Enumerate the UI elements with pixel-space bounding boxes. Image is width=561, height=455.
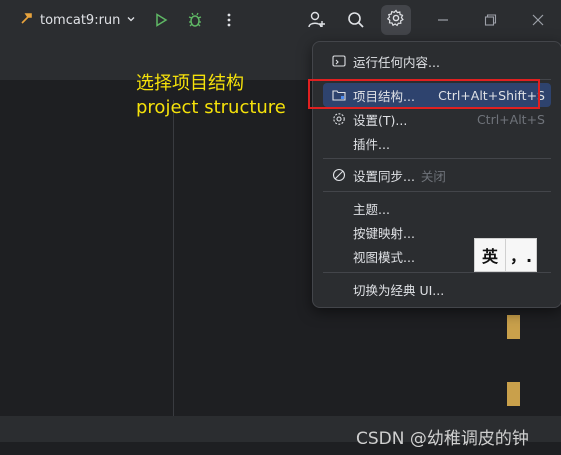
- menu-item-settings-sync[interactable]: 设置同步... 关闭: [323, 163, 551, 187]
- editor-guide-line: [173, 100, 174, 455]
- menu-item-plugins[interactable]: 插件...: [323, 131, 551, 155]
- search-icon[interactable]: [344, 8, 368, 32]
- more-vertical-icon[interactable]: [217, 8, 241, 32]
- main-toolbar: tomcat9:run: [0, 0, 561, 40]
- menu-item-label: 设置(T)...: [353, 112, 408, 128]
- menu-divider: [323, 158, 551, 159]
- menu-item-label: 插件...: [353, 136, 390, 152]
- menu-item-settings[interactable]: 设置(T)... Ctrl+Alt+S: [323, 107, 551, 131]
- ime-status-widget[interactable]: 英 ，.: [474, 238, 537, 272]
- annotation-line-1: 选择项目结构: [136, 73, 244, 94]
- run-config-label: tomcat9:run: [40, 12, 121, 28]
- scroll-marker: [507, 382, 520, 406]
- chevron-down-icon: [126, 13, 136, 28]
- run-anything-icon: [331, 53, 347, 69]
- annotation-text: 选择项目结构 project structure: [136, 72, 286, 120]
- menu-item-shortcut: Ctrl+Alt+S: [476, 111, 545, 127]
- close-icon[interactable]: [526, 8, 550, 32]
- ime-mode[interactable]: 英: [475, 239, 505, 271]
- run-config-selector[interactable]: tomcat9:run: [20, 10, 136, 30]
- menu-item-label: 主题...: [353, 201, 390, 217]
- menu-item-switch-classic-ui[interactable]: 切换为经典 UI...: [323, 277, 551, 301]
- menu-divider: [323, 272, 551, 273]
- ime-punctuation[interactable]: ，.: [505, 239, 536, 271]
- annotation-line-2: project structure: [136, 97, 286, 118]
- add-user-icon[interactable]: [305, 8, 329, 32]
- disabled-icon: [331, 167, 347, 183]
- minimize-icon[interactable]: [431, 8, 455, 32]
- menu-item-theme[interactable]: 主题...: [323, 196, 551, 220]
- gear-icon: [386, 9, 405, 31]
- highlight-annotation-box: [308, 79, 540, 109]
- run-icon[interactable]: [149, 8, 173, 32]
- menu-divider: [323, 191, 551, 192]
- restore-icon[interactable]: [478, 8, 502, 32]
- menu-item-label: 切换为经典 UI...: [353, 282, 445, 298]
- scroll-marker: [507, 315, 520, 339]
- menu-item-label: 运行任何内容...: [353, 54, 440, 70]
- menu-item-run-anything[interactable]: 运行任何内容...: [323, 49, 551, 73]
- menu-item-status: 关闭: [420, 168, 446, 184]
- debug-icon[interactable]: [183, 8, 207, 32]
- menu-item-label: 设置同步...: [353, 168, 415, 184]
- settings-button[interactable]: [381, 5, 411, 35]
- watermark: CSDN @幼稚调皮的钟: [356, 429, 529, 449]
- hammer-icon: [20, 11, 34, 29]
- settings-icon: [331, 111, 347, 127]
